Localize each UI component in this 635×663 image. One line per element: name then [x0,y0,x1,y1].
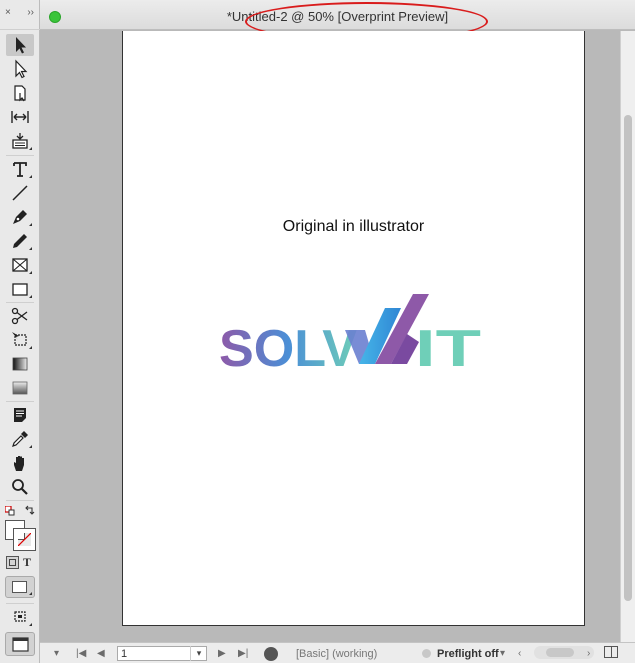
swap-colors-icon[interactable] [24,504,36,516]
first-page-icon[interactable]: |◀ [76,646,86,661]
free-transform-tool[interactable] [6,329,34,351]
tools-panel: × ›› T [0,0,40,663]
preflight-status-indicator [422,649,431,658]
tools-panel-header: × ›› [0,0,39,24]
note-icon [14,408,26,422]
rectangle-icon [12,283,28,296]
eyedropper-tool[interactable] [6,428,34,450]
split-window-icon[interactable] [604,646,618,658]
gradient-swatch-tool[interactable] [6,353,34,375]
preflight-menu-chevron-icon[interactable]: ▾ [500,646,505,661]
screen-mode-icon [14,611,26,622]
next-page-icon[interactable]: ▶ [218,646,226,661]
screen-mode-button[interactable] [6,606,34,628]
pencil-tool[interactable] [6,230,34,252]
page-caption-text[interactable]: Original in illustrator [123,218,584,236]
pasteboard[interactable]: Original in illustrator SOLV IT [40,31,620,642]
type-icon [13,162,27,177]
solvit-logo-image[interactable]: SOLV IT [219,294,483,378]
default-colors-icon[interactable] [4,503,15,516]
feather-icon [12,381,28,395]
formatting-container-button[interactable] [6,556,19,569]
hand-icon [14,456,24,471]
zoom-icon [12,479,28,495]
panel-grip[interactable] [0,24,40,30]
direct-selection-tool[interactable] [6,58,34,80]
frame-icon [12,258,28,272]
status-bar: ▾ |◀ ◀ 1 ▾ ▶ ▶| [Basic] (working) Prefli… [40,642,635,663]
stroke-swatch[interactable] [13,528,36,551]
previous-page-icon[interactable]: ◀ [97,646,105,661]
pen-tool[interactable] [6,206,34,228]
hand-tool[interactable] [6,452,34,474]
close-panel-icon[interactable]: × [5,7,11,18]
preflight-status-label[interactable]: Preflight off [437,646,499,661]
horizontal-scrollbar[interactable] [534,646,594,659]
scroll-left-icon[interactable]: ‹ [518,646,521,661]
arrow-icon [16,37,26,54]
indesign-window: × ›› T *Untitled-2 @ 50% [Overprint Prev… [0,0,635,663]
view-mode-button[interactable] [5,632,35,656]
window-title: *Untitled-2 @ 50% [Overprint Preview] [226,9,449,24]
chevron-down-icon[interactable]: ▾ [54,646,59,661]
collapse-panel-icon[interactable]: ›› [27,7,34,18]
document-page[interactable]: Original in illustrator SOLV IT [122,31,585,626]
scroll-right-icon[interactable]: › [587,646,590,661]
preflight-profile-label: [Basic] (working) [296,647,378,660]
open-folder-icon[interactable] [264,647,278,661]
page-tool[interactable] [6,82,34,104]
scissors-tool[interactable] [6,305,34,327]
zoom-tool[interactable] [6,476,34,498]
formatting-text-button[interactable]: T [23,555,31,570]
rectangle-frame-tool[interactable] [6,254,34,276]
pencil-icon [13,234,27,248]
apply-color-button[interactable] [5,576,35,598]
gradient-icon [12,357,28,371]
pen-icon [13,210,27,224]
type-tool[interactable] [6,158,34,180]
horizontal-scroll-thumb[interactable] [546,648,574,657]
rectangle-tool[interactable] [6,278,34,300]
vertical-scroll-thumb[interactable] [624,115,632,601]
collector-icon [12,133,28,149]
gap-icon [11,111,29,123]
logo-text-solv: SOLV [219,320,357,378]
last-page-icon[interactable]: ▶| [238,646,248,661]
page-icon [14,85,26,102]
hollow-arrow-icon [15,59,28,79]
note-tool[interactable] [6,404,34,426]
content-collector-tool[interactable] [6,130,34,152]
document-title-bar[interactable]: *Untitled-2 @ 50% [Overprint Preview] [40,0,635,30]
line-tool[interactable] [6,182,34,204]
eyedropper-icon [12,431,28,447]
logo-text-it: IT [415,320,481,378]
line-icon [12,185,28,201]
gradient-feather-tool[interactable] [6,377,34,399]
page-dropdown-chevron-icon[interactable]: ▾ [190,646,207,661]
vertical-scrollbar[interactable] [620,31,635,642]
selection-tool[interactable] [6,34,34,56]
gap-tool[interactable] [6,106,34,128]
scissors-icon [11,307,28,325]
transform-icon [12,332,27,346]
